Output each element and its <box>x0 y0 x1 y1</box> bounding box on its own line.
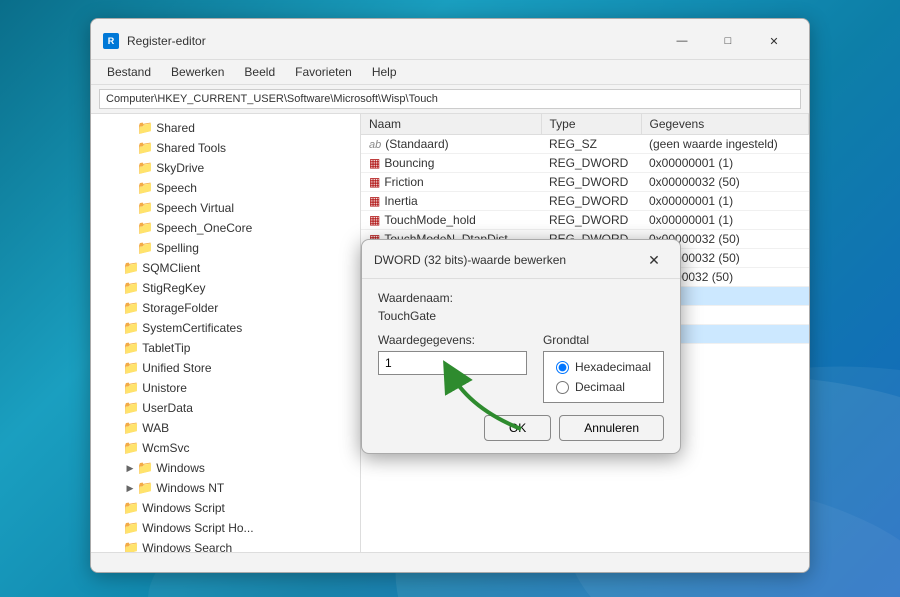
base-radio-group: Hexadecimaal Decimaal <box>543 351 664 403</box>
dialog-title-bar: DWORD (32 bits)-waarde bewerken ✕ <box>362 240 680 279</box>
data-label: Waardegegevens: <box>378 333 527 347</box>
ok-button[interactable]: OK <box>484 415 551 441</box>
radio-group-container: Grondtal Hexadecimaal Decimaal <box>543 333 664 403</box>
dialog-body: Waardenaam: TouchGate Waardegegevens: Gr… <box>362 279 680 453</box>
dialog-buttons: OK Annuleren <box>378 415 664 441</box>
base-label: Grondtal <box>543 333 664 347</box>
registry-editor-window: R Register-editor — □ ✕ Bestand Bewerken… <box>90 18 810 573</box>
radio-hex-input[interactable] <box>556 361 569 374</box>
data-input-group: Waardegegevens: <box>378 333 527 403</box>
dialog-title: DWORD (32 bits)-waarde bewerken <box>374 253 640 267</box>
radio-hexadecimal[interactable]: Hexadecimaal <box>556 360 651 374</box>
radio-dec-input[interactable] <box>556 381 569 394</box>
dialog-data-row: Waardegegevens: Grondtal Hexadecimaal <box>378 333 664 403</box>
radio-decimal[interactable]: Decimaal <box>556 380 651 394</box>
cancel-button[interactable]: Annuleren <box>559 415 664 441</box>
dword-edit-dialog: DWORD (32 bits)-waarde bewerken ✕ Waarde… <box>361 239 681 454</box>
dialog-close-button[interactable]: ✕ <box>640 248 668 272</box>
value-name-display: TouchGate <box>378 309 664 323</box>
value-name-label: Waardenaam: <box>378 291 664 305</box>
data-value-input[interactable] <box>378 351 527 375</box>
radio-hex-label: Hexadecimaal <box>575 360 651 374</box>
dialog-overlay: DWORD (32 bits)-waarde bewerken ✕ Waarde… <box>91 19 809 572</box>
radio-dec-label: Decimaal <box>575 380 625 394</box>
